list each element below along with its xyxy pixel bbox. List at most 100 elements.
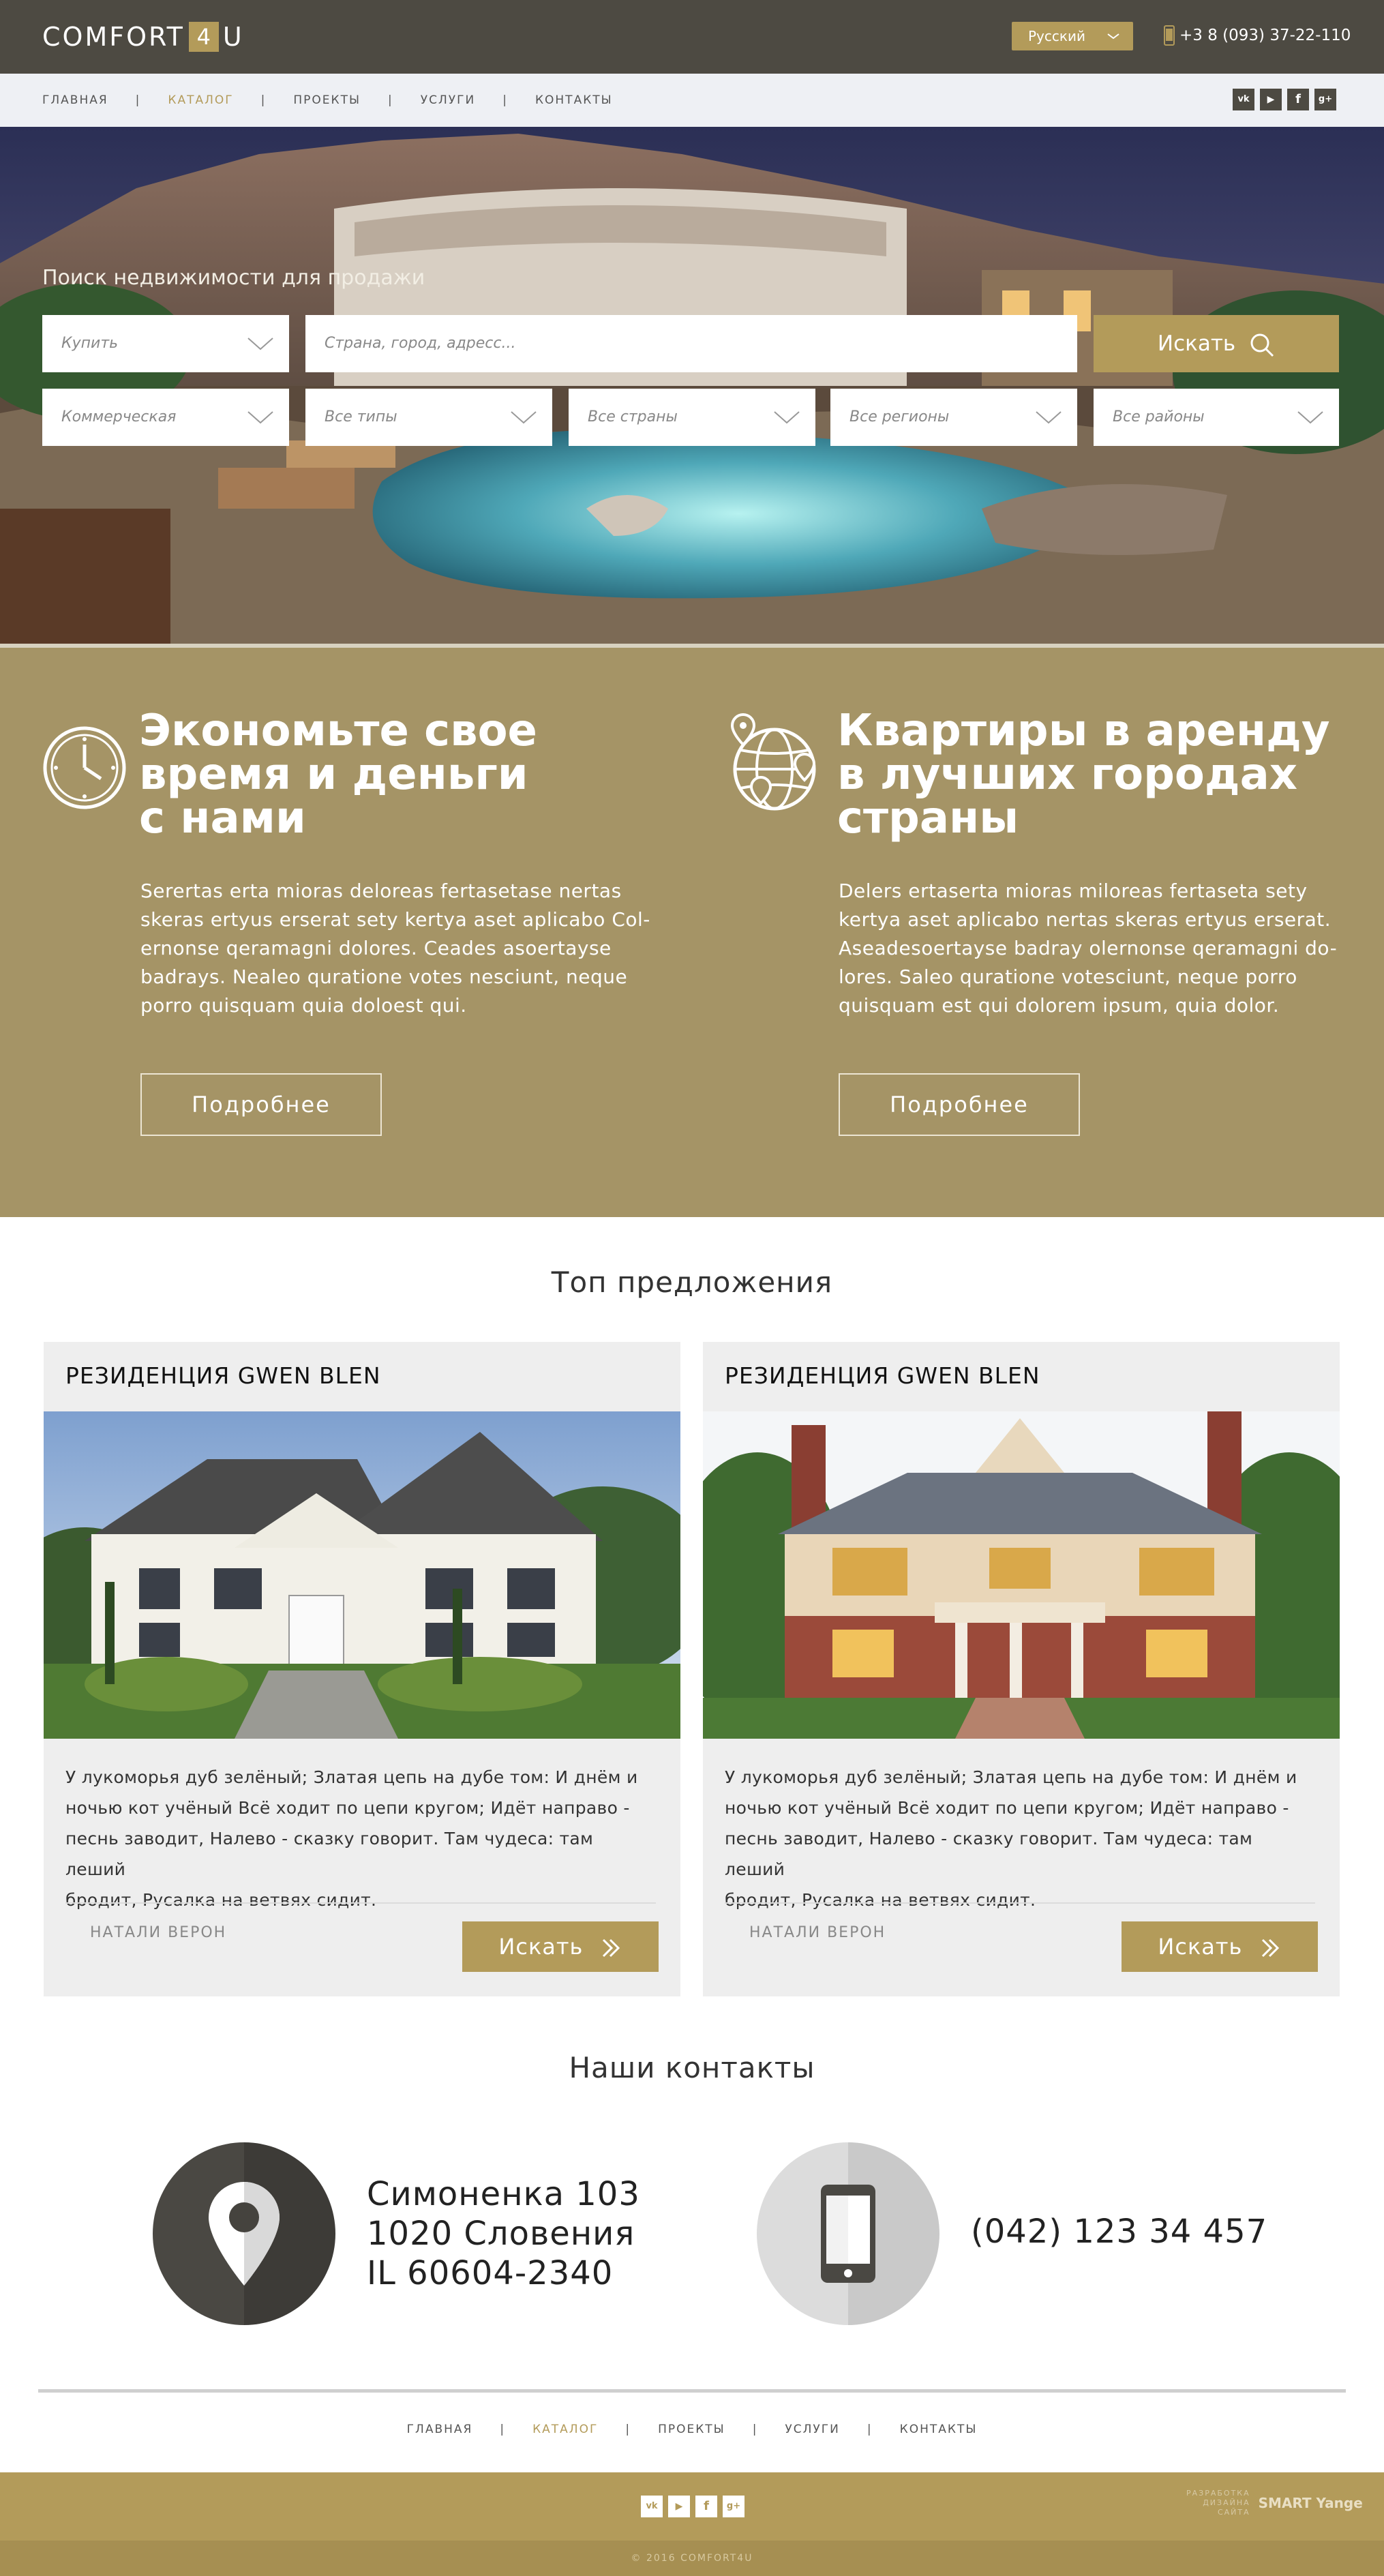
footer-nav-item-projects[interactable]: ПРОЕКТЫ [658,2423,725,2436]
house-photo-victorian [703,1411,1340,1739]
feature-title-time: Экономьте свое время и деньги с нами [139,709,537,840]
footer-divider [38,2389,1346,2393]
nav-item-contacts[interactable]: КОНТАКТЫ [535,93,613,107]
filter-category-value: Коммерческая [61,408,177,425]
filter-region-value: Все регионы [849,408,950,425]
nav-separator: | [260,93,267,107]
nav-separator: | [867,2423,873,2436]
offer-card-image[interactable] [703,1411,1340,1739]
header-phone-number: +3 8 (093) 37-22-110 [1179,27,1351,44]
feature-title-line: Экономьте свое [139,706,537,756]
feature-text-line: skeras ertyus erserat sety kertya aset a… [140,908,650,931]
search-button[interactable]: Искать [1094,315,1339,372]
hero-photo [0,127,1384,646]
footer-nav-item-contacts[interactable]: КОНТАКТЫ [900,2423,978,2436]
offer-card-title[interactable]: РЕЗИДЕНЦИЯ GWEN BLEN [725,1362,1040,1389]
chevron-down-icon [1107,33,1119,40]
feature-title-rent: Квартиры в аренду в лучших городах стран… [837,709,1330,840]
feature-text-line: badrays. Nealeo quratione votes nesciunt… [140,965,628,988]
double-chevron-right-icon [602,1938,620,1958]
top-header: COMFORT 4 U Русский +3 8 (093) 37-22-110 [0,0,1384,74]
offer-card-divider [65,1902,656,1904]
offer-card-text-line: У лукоморья дуб зелёный; Златая цепь на … [65,1767,638,1787]
offer-card-text-line: бродит, Русалка на ветвях сидит. [725,1890,1036,1910]
offer-card-text-line: У лукоморья дуб зелёный; Златая цепь на … [725,1767,1297,1787]
filter-type-value: Все типы [325,408,397,425]
feature-title-line: с нами [139,793,306,843]
youtube-icon[interactable]: ▶ [668,2496,690,2517]
offer-search-button[interactable]: Искать [462,1921,659,1972]
contact-phone[interactable]: (042) 123 34 457 [971,2212,1267,2251]
feature-text-line: porro quisquam quia doloest qui. [140,994,467,1017]
filter-country-select[interactable]: Все страны [569,389,815,446]
chevron-down-icon [774,411,800,424]
offer-card-text-line: бродит, Русалка на ветвях сидит. [65,1890,377,1910]
filter-category-select[interactable]: Коммерческая [42,389,289,446]
more-button-rent[interactable]: Подробнее [839,1073,1080,1136]
developer-caption-line: САЙТА [1217,2508,1250,2517]
more-button-time[interactable]: Подробнее [140,1073,382,1136]
offer-card-image[interactable] [44,1411,680,1739]
facebook-icon[interactable]: f [695,2496,717,2517]
youtube-icon[interactable]: ▶ [1260,89,1282,110]
contact-address-line: Симоненка 103 [367,2175,640,2213]
social-links: vk ▶ f g+ [1233,89,1336,110]
offer-card-title[interactable]: РЕЗИДЕНЦИЯ GWEN BLEN [65,1362,381,1389]
logo-text-left: COMFORT [42,22,185,52]
search-title: Поиск недвижимости для продажи [42,266,425,290]
offer-card-divider [725,1902,1315,1904]
offer-card-text: У лукоморья дуб зелёный; Златая цепь на … [725,1762,1315,1915]
filter-region-select[interactable]: Все регионы [830,389,1077,446]
filter-district-select[interactable]: Все районы [1094,389,1339,446]
filter-district-value: Все районы [1113,408,1205,425]
contact-address-line: 1020 Словения [367,2215,635,2253]
developer-credit[interactable]: РАЗРАБОТКА ДИЗАЙНА САЙТА SMART Yange [1186,2489,1363,2517]
feature-text-line: lores. Saleo quratione votesciunt, neque… [839,965,1297,988]
chevron-down-icon [247,411,273,424]
developer-caption: РАЗРАБОТКА ДИЗАЙНА САЙТА [1186,2489,1250,2517]
footer-nav-item-services[interactable]: УСЛУГИ [785,2423,839,2436]
nav-item-projects[interactable]: ПРОЕКТЫ [293,93,361,107]
chevron-down-icon [1297,411,1323,424]
filter-type-select[interactable]: Все типы [305,389,552,446]
main-nav-bar: ГЛАВНАЯ | КАТАЛОГ | ПРОЕКТЫ | УСЛУГИ | К… [0,74,1384,127]
vk-icon[interactable]: vk [641,2496,663,2517]
feature-text-line: Aseadesoertayse badray olernonse qeramag… [839,937,1338,959]
main-nav: ГЛАВНАЯ | КАТАЛОГ | ПРОЕКТЫ | УСЛУГИ | К… [42,74,613,127]
offer-card-text: У лукоморья дуб зелёный; Златая цепь на … [65,1762,656,1915]
deal-type-select[interactable]: Купить [42,315,289,372]
nav-item-catalog[interactable]: КАТАЛОГ [168,93,233,107]
feature-text-line: quisquam est qui dolorem ipsum, quia dol… [839,994,1280,1017]
footer-nav-item-catalog[interactable]: КАТАЛОГ [532,2423,598,2436]
offer-card-author: НАТАЛИ ВЕРОН [749,1924,886,1941]
offer-card-text-line: ночью кот учёный Всё ходит по цепи круго… [65,1798,630,1818]
feature-text-time: Serertas erta mioras deloreas fertasetas… [140,877,650,1020]
language-selector[interactable]: Русский [1012,22,1133,50]
language-label: Русский [1028,28,1085,44]
nav-separator: | [135,93,141,107]
footer-social-links: vk ▶ f g+ [641,2496,744,2517]
logo[interactable]: COMFORT 4 U [42,20,244,53]
offers-title: Топ предложения [551,1265,833,1299]
location-input[interactable]: Страна, город, адресс... [305,315,1077,372]
offer-card: РЕЗИДЕНЦИЯ GWEN BLEN У лукоморья дуб зел… [44,1342,680,1996]
logo-text-right: U [222,22,244,52]
chevron-down-icon [247,338,273,350]
google-plus-icon[interactable]: g+ [723,2496,744,2517]
nav-item-services[interactable]: УСЛУГИ [421,93,475,107]
nav-separator: | [502,93,508,107]
facebook-icon[interactable]: f [1287,89,1309,110]
google-plus-icon[interactable]: g+ [1314,89,1336,110]
feature-title-line: время и деньги [139,749,528,800]
contact-address: Симоненка 103 1020 Словения IL 60604-234… [367,2174,640,2293]
footer-nav-item-home[interactable]: ГЛАВНАЯ [407,2423,473,2436]
filter-country-value: Все страны [588,408,678,425]
nav-item-home[interactable]: ГЛАВНАЯ [42,93,108,107]
nav-separator: | [388,93,393,107]
header-phone[interactable]: +3 8 (093) 37-22-110 [1163,20,1351,50]
vk-icon[interactable]: vk [1233,89,1254,110]
offer-search-button[interactable]: Искать [1122,1921,1318,1972]
offer-card: РЕЗИДЕНЦИЯ GWEN BLEN У лукоморья дуб зел… [703,1342,1340,1996]
copyright: © 2016 COMFORT4U [0,2541,1384,2576]
chevron-down-icon [511,411,537,424]
